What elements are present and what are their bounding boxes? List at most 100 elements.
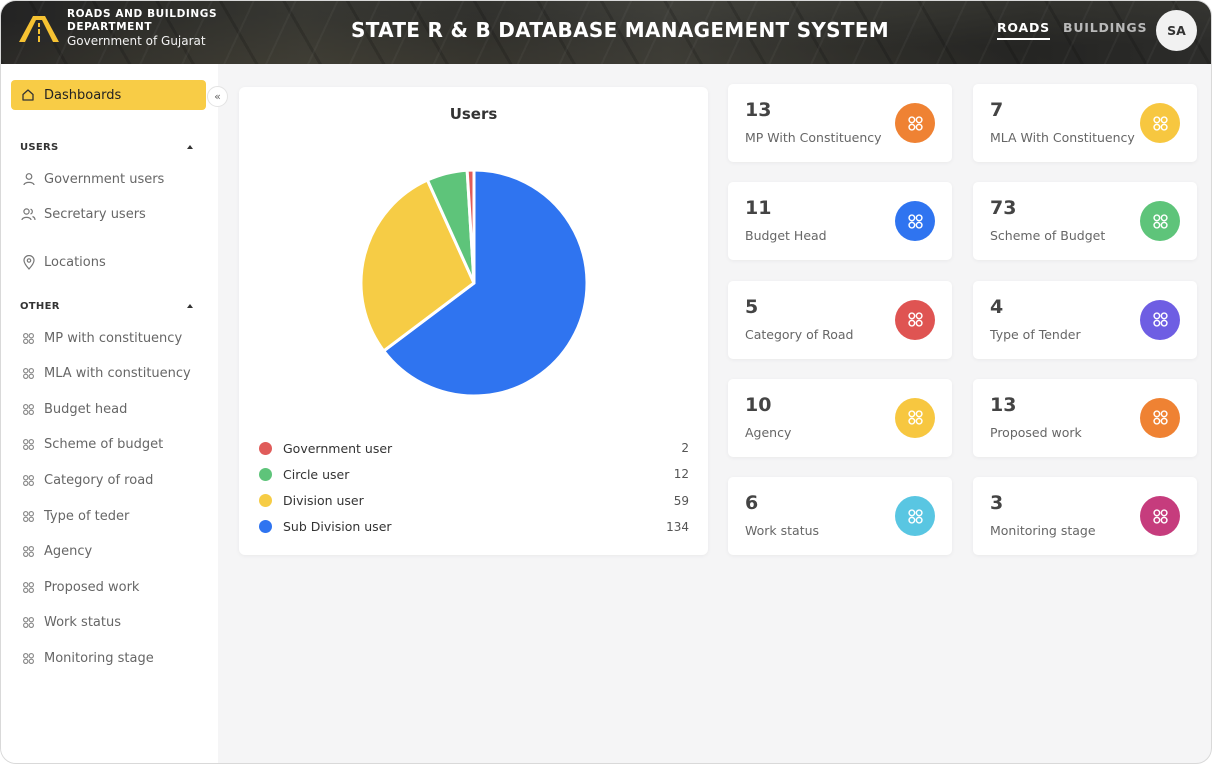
- home-icon: [22, 89, 34, 101]
- legend-swatch: [259, 520, 272, 534]
- department-name: ROADS AND BUILDINGS DEPARTMENT Governmen…: [67, 8, 218, 48]
- section-users-title: USERS: [20, 142, 59, 153]
- location-pin-icon: [21, 254, 36, 270]
- app-window: ROADS AND BUILDINGS DEPARTMENT Governmen…: [0, 0, 1212, 764]
- legend-swatch: [259, 467, 272, 481]
- apps-icon: [21, 331, 36, 346]
- stat-card-type-of-tender[interactable]: 4 Type of Tender: [973, 280, 1197, 359]
- sidebar-item-agency[interactable]: Agency: [21, 542, 92, 562]
- collapse-sidebar-button[interactable]: «: [207, 86, 228, 107]
- apps-icon: [21, 615, 36, 630]
- stat-label: MP With Constituency: [745, 130, 882, 145]
- stat-value: 7: [990, 99, 1004, 121]
- sidebar-item-mla-with-constituency[interactable]: MLA with constituency: [21, 364, 191, 384]
- sidebar: Dashboards « USERS Government users Secr…: [1, 64, 228, 763]
- user-avatar[interactable]: SA: [1156, 10, 1197, 51]
- legend-item[interactable]: Circle user 12: [259, 464, 689, 484]
- stat-label: Type of Tender: [990, 326, 1081, 342]
- sidebar-item-label: Dashboards: [44, 87, 122, 103]
- apps-icon: [1140, 299, 1180, 340]
- sidebar-item-mp-with-constituency[interactable]: MP with constituency: [21, 328, 182, 348]
- sidebar-item-dashboards[interactable]: Dashboards: [11, 80, 206, 110]
- stat-value: 73: [990, 197, 1017, 220]
- sidebar-item-monitoring-stage[interactable]: Monitoring stage: [21, 648, 154, 668]
- legend-value: 59: [673, 493, 689, 508]
- stat-card-scheme-of-budget[interactable]: 73 Scheme of Budget: [973, 182, 1197, 261]
- apps-icon: [21, 580, 36, 595]
- legend-item[interactable]: Division user 59: [259, 491, 689, 511]
- legend-label: Government user: [283, 440, 393, 456]
- legend-swatch: [259, 441, 272, 455]
- stat-value: 4: [990, 295, 1004, 318]
- stat-value: 6: [745, 492, 759, 515]
- apps-icon: [895, 201, 935, 242]
- apps-icon: [21, 437, 36, 452]
- sidebar-item-government-users[interactable]: Government users: [21, 169, 164, 189]
- stat-label: Proposed work: [990, 424, 1082, 440]
- stat-value: 13: [745, 99, 772, 121]
- stat-card-mp-with-constituency[interactable]: 13 MP With Constituency: [728, 84, 952, 162]
- legend-item[interactable]: Sub Division user 134: [259, 517, 689, 537]
- legend-item[interactable]: Government user 2: [259, 438, 689, 458]
- legend-value: 134: [666, 519, 689, 534]
- sidebar-item-budget-head[interactable]: Budget head: [21, 399, 127, 419]
- apps-icon: [21, 402, 36, 417]
- users-chart-card: Users Government user 2 Circle user 12 Divis…: [239, 87, 708, 555]
- section-other-title: OTHER: [20, 301, 60, 312]
- stat-value: 5: [745, 295, 759, 318]
- nav-buildings-tab[interactable]: BUILDINGS: [1063, 20, 1147, 35]
- sidebar-item-locations[interactable]: Locations: [21, 252, 106, 272]
- legend-label: Division user: [283, 493, 364, 509]
- apps-icon: [21, 473, 36, 488]
- apps-icon: [21, 509, 36, 524]
- stat-label: MLA With Constituency: [990, 130, 1135, 145]
- sidebar-item-work-status[interactable]: Work status: [21, 613, 121, 633]
- stat-label: Budget Head: [745, 228, 827, 244]
- legend-label: Sub Division user: [283, 519, 392, 535]
- apps-icon: [21, 544, 36, 559]
- apps-icon: [1140, 201, 1180, 242]
- stat-card-budget-head[interactable]: 11 Budget Head: [728, 182, 952, 261]
- app-title: STATE R & B DATABASE MANAGEMENT SYSTEM: [351, 18, 889, 42]
- apps-icon: [895, 299, 935, 340]
- sidebar-item-type-of-teder[interactable]: Type of teder: [21, 506, 129, 526]
- apps-icon: [21, 366, 36, 381]
- apps-icon: [21, 651, 36, 666]
- legend-value: 12: [673, 467, 689, 482]
- sidebar-item-proposed-work[interactable]: Proposed work: [21, 577, 139, 597]
- legend-swatch: [259, 494, 272, 508]
- users-pie-chart: [359, 168, 589, 398]
- chevron-up-icon[interactable]: [187, 304, 193, 308]
- stat-card-monitoring-stage[interactable]: 3 Monitoring stage: [973, 477, 1197, 556]
- stat-value: 3: [990, 492, 1004, 515]
- legend-value: 2: [681, 441, 689, 455]
- stat-card-mla-with-constituency[interactable]: 7 MLA With Constituency: [973, 84, 1197, 162]
- top-header: ROADS AND BUILDINGS DEPARTMENT Governmen…: [1, 1, 1211, 64]
- apps-icon: [1140, 103, 1180, 143]
- apps-icon: [895, 397, 935, 438]
- apps-icon: [895, 103, 935, 143]
- stat-label: Work status: [745, 523, 820, 539]
- stat-card-agency[interactable]: 10 Agency: [728, 378, 952, 457]
- stat-card-work-status[interactable]: 6 Work status: [728, 477, 952, 556]
- stat-card-proposed-work[interactable]: 13 Proposed work: [973, 378, 1197, 457]
- nav-roads-tab[interactable]: ROADS: [997, 20, 1050, 40]
- users-icon: [21, 207, 36, 222]
- stat-value: 10: [745, 393, 772, 416]
- chevron-up-icon[interactable]: [187, 145, 193, 149]
- sidebar-item-scheme-of-budget[interactable]: Scheme of budget: [21, 435, 163, 455]
- stat-card-category-of-road[interactable]: 5 Category of Road: [728, 280, 952, 359]
- sidebar-item-secretary-users[interactable]: Secretary users: [21, 204, 146, 224]
- apps-icon: [895, 496, 935, 537]
- stat-label: Agency: [745, 424, 792, 440]
- stat-label: Category of Road: [745, 326, 854, 342]
- legend-label: Circle user: [283, 466, 350, 482]
- user-icon: [21, 172, 36, 187]
- sidebar-item-category-of-road[interactable]: Category of road: [21, 470, 153, 490]
- department-logo: [19, 16, 59, 42]
- stat-value: 13: [990, 393, 1017, 416]
- stat-value: 11: [745, 197, 772, 220]
- apps-icon: [1140, 496, 1180, 537]
- stat-label: Scheme of Budget: [990, 228, 1106, 244]
- stat-label: Monitoring stage: [990, 523, 1096, 539]
